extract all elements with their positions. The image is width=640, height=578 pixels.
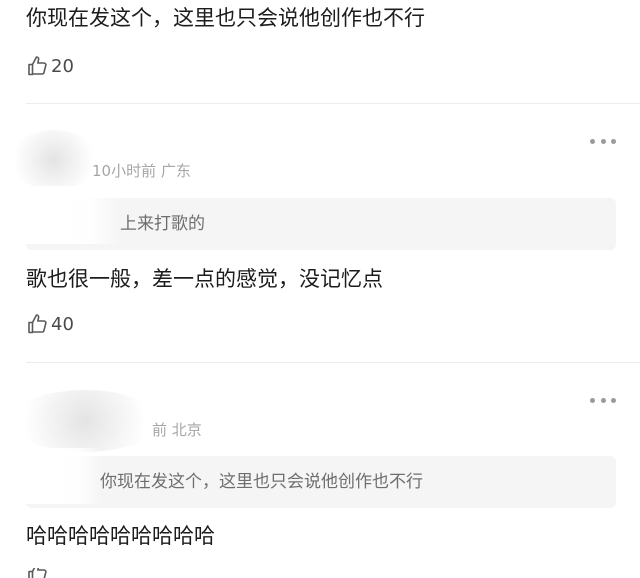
redaction-blur [20, 186, 120, 244]
more-options-button[interactable] [590, 395, 616, 405]
quoted-reply-text: 你现在发这个，这里也只会说他创作也不行 [100, 472, 423, 492]
thumbs-up-icon [28, 314, 47, 334]
avatar[interactable] [10, 390, 160, 452]
more-dot [590, 397, 595, 403]
divider [26, 103, 640, 104]
like-button[interactable] [26, 568, 50, 578]
comment-meta: 10小时前 广东 [92, 162, 191, 180]
avatar[interactable] [10, 130, 98, 190]
comment-text: 歌也很一般，差一点的感觉，没记忆点 [26, 267, 383, 291]
more-dot [600, 138, 606, 144]
comment-text: 哈哈哈哈哈哈哈哈哈 [26, 524, 215, 548]
more-dot [611, 138, 616, 144]
like-button[interactable]: 20 [26, 53, 74, 79]
thumbs-up-icon [28, 56, 47, 76]
like-count: 40 [51, 313, 74, 335]
divider [26, 362, 640, 363]
more-dot [611, 397, 616, 403]
redaction-blur [20, 448, 102, 504]
more-options-button[interactable] [590, 136, 616, 146]
comment-meta: 前 北京 [152, 421, 202, 439]
comment-text: 你现在发这个，这里也只会说他创作也不行 [26, 6, 425, 30]
more-dot [600, 397, 606, 403]
quoted-reply-text: 上来打歌的 [120, 214, 205, 234]
thumbs-up-icon [28, 568, 47, 578]
like-button[interactable]: 40 [26, 311, 74, 337]
more-dot [590, 138, 595, 144]
like-count: 20 [51, 55, 74, 77]
